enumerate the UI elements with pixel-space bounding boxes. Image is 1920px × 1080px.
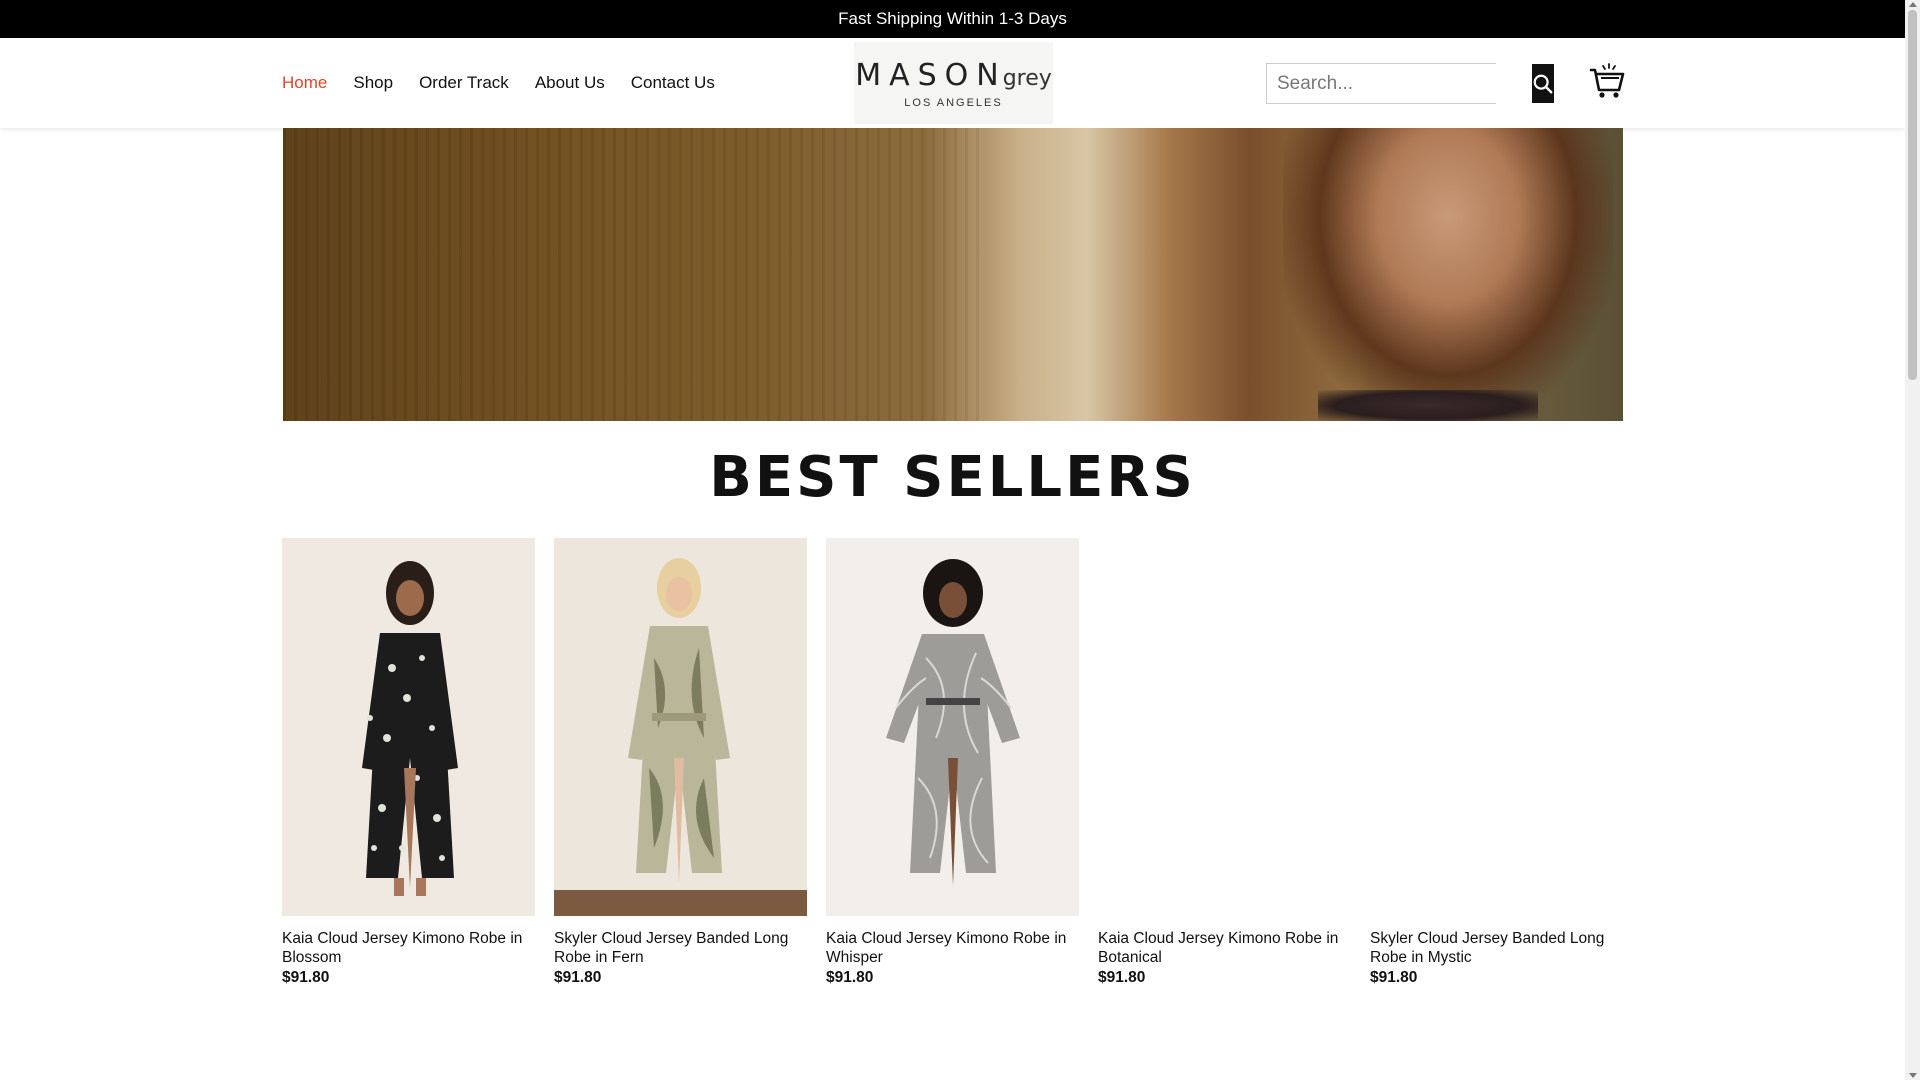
search-form <box>1266 63 1554 104</box>
product-image[interactable] <box>1098 538 1351 916</box>
product-price: $91.80 <box>1370 969 1418 986</box>
product-card[interactable]: Kaia Cloud Jersey Kimono Robe in Blossom… <box>282 538 535 987</box>
nav-shop[interactable]: Shop <box>353 73 393 93</box>
nav-home[interactable]: Home <box>282 73 327 93</box>
product-name[interactable]: Kaia Cloud Jersey Kimono Robe in Blossom <box>282 929 535 967</box>
logo-brand: MASON <box>855 57 1007 93</box>
main-nav: Home Shop Order Track About Us Contact U… <box>282 38 715 128</box>
robe-whisper-illustration <box>826 538 1079 916</box>
search-button[interactable] <box>1532 64 1554 103</box>
product-name[interactable]: Skyler Cloud Jersey Banded Long Robe in … <box>1370 929 1623 967</box>
logo-city: LOS ANGELES <box>904 96 1003 109</box>
scroll-down-arrow-icon[interactable] <box>1909 1073 1917 1078</box>
logo-wordmark: MASONgrey <box>855 58 1052 93</box>
product-price: $91.80 <box>826 969 874 986</box>
product-image[interactable] <box>282 538 535 916</box>
product-card[interactable]: Skyler Cloud Jersey Banded Long Robe in … <box>554 538 807 987</box>
hero-curtain <box>283 128 983 421</box>
product-name[interactable]: Skyler Cloud Jersey Banded Long Robe in … <box>554 929 807 967</box>
product-price: $91.80 <box>1098 969 1146 986</box>
search-icon <box>1533 74 1553 93</box>
announcement-bar: Fast Shipping Within 1-3 Days <box>0 0 1905 38</box>
scrollbar-thumb[interactable] <box>1908 10 1917 380</box>
product-image[interactable] <box>554 538 807 916</box>
cart-button[interactable] <box>1589 62 1625 100</box>
robe-fern-illustration <box>554 538 807 916</box>
nav-about-us[interactable]: About Us <box>535 73 605 93</box>
product-card[interactable]: Kaia Cloud Jersey Kimono Robe in Whisper… <box>826 538 1079 987</box>
product-image[interactable] <box>1370 538 1623 916</box>
hero-banner[interactable] <box>283 128 1623 421</box>
product-price: $91.80 <box>554 969 602 986</box>
announcement-text: Fast Shipping Within 1-3 Days <box>838 9 1067 28</box>
product-price: $91.80 <box>282 969 330 986</box>
site-header: Home Shop Order Track About Us Contact U… <box>0 38 1905 128</box>
nav-order-track[interactable]: Order Track <box>419 73 509 93</box>
cart-icon <box>1589 63 1625 98</box>
scroll-up-arrow-icon[interactable] <box>1909 2 1917 7</box>
product-name[interactable]: Kaia Cloud Jersey Kimono Robe in Whisper <box>826 929 1079 967</box>
logo-brand-suffix: grey <box>1002 65 1052 91</box>
page-scrollbar[interactable] <box>1905 0 1920 1080</box>
site-logo[interactable]: MASONgrey LOS ANGELES <box>854 42 1053 124</box>
section-title: BEST SELLERS <box>709 445 1196 510</box>
hero-model-image <box>1283 128 1613 421</box>
product-card[interactable]: Skyler Cloud Jersey Banded Long Robe in … <box>1370 538 1623 987</box>
product-card[interactable]: Kaia Cloud Jersey Kimono Robe in Botanic… <box>1098 538 1351 987</box>
product-image[interactable] <box>826 538 1079 916</box>
search-input[interactable] <box>1267 64 1532 103</box>
robe-blossom-illustration <box>282 538 535 916</box>
best-sellers-grid: Kaia Cloud Jersey Kimono Robe in Blossom… <box>282 538 1624 987</box>
product-name[interactable]: Kaia Cloud Jersey Kimono Robe in Botanic… <box>1098 929 1351 967</box>
nav-contact-us[interactable]: Contact Us <box>631 73 715 93</box>
hero-model-garment <box>1318 390 1538 421</box>
